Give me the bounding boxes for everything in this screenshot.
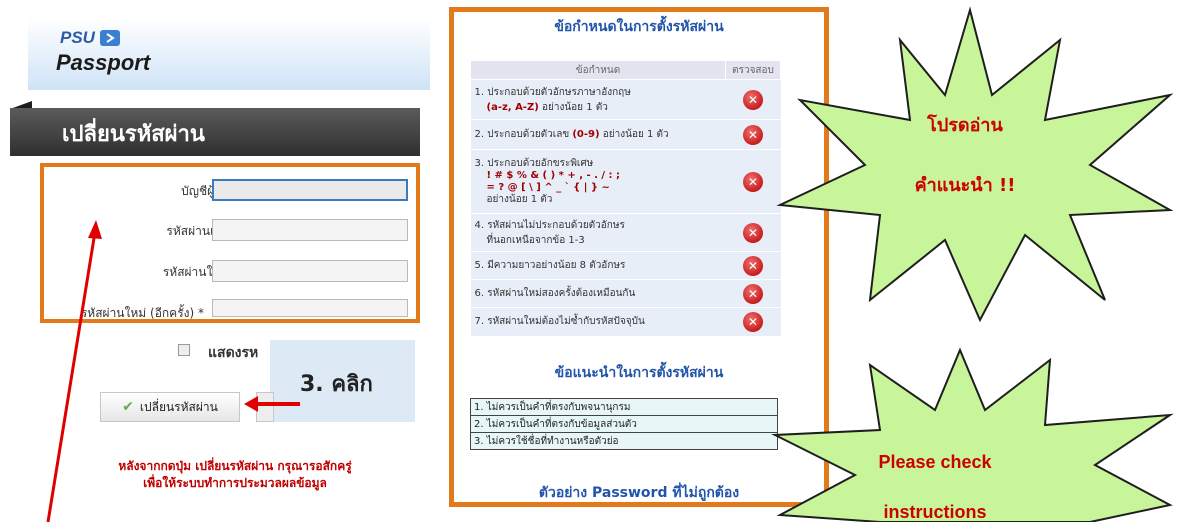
arrow-to-button-head	[244, 396, 258, 412]
advice-row: 1. ไม่ควรเป็นคำที่ตรงกับพจนานุกรม	[470, 398, 778, 416]
arrow-to-form-head	[88, 220, 102, 239]
advice-row: 3. ไม่ควรใช้ชื่อที่ทำงานหรือตัวย่อ	[470, 432, 778, 450]
rule-row: 3. ประกอบด้วยอักขระพิเศษ! # $ % & ( ) * …	[470, 149, 781, 214]
rule-row: 2. ประกอบด้วยตัวเลข (0-9) อย่างน้อย 1 ตั…	[470, 119, 781, 150]
rules-table: ข้อกำหนด ตรวจสอบ 1. ประกอบด้วยตัวอักษรภา…	[470, 60, 781, 336]
arrow-to-form	[46, 231, 97, 522]
rules-col-rule: ข้อกำหนด	[470, 60, 726, 80]
check-instructions-burst	[771, 347, 1174, 522]
burst-thai-line-2: คำแนะนำ !!	[914, 175, 1016, 196]
rule-row: 1. ประกอบด้วยตัวอักษรภาษาอังกฤษ (a-z, A-Z…	[470, 79, 781, 120]
rule-row: 6. รหัสผ่านใหม่สองครั้งต้องเหมือนกัน ✕	[470, 279, 781, 308]
rule-6-text: 6. รหัสผ่านใหม่สองครั้งต้องเหมือนกัน	[470, 279, 726, 308]
rule-1-text: 1. ประกอบด้วยตัวอักษรภาษาอังกฤษ (a-z, A-Z…	[470, 79, 726, 120]
advice-row: 2. ไม่ควรเป็นคำที่ตรงกับข้อมูลส่วนตัว	[470, 415, 778, 433]
rule-3-text: 3. ประกอบด้วยอักขระพิเศษ! # $ % & ( ) * …	[470, 149, 726, 214]
rule-5-text: 5. มีความยาวอย่างน้อย 8 ตัวอักษร	[470, 251, 726, 280]
advice-item: 1. ไม่ควรเป็นคำที่ตรงกับพจนานุกรม	[470, 398, 778, 416]
advice-table: 1. ไม่ควรเป็นคำที่ตรงกับพจนานุกรม 2. ไม่…	[470, 398, 778, 450]
burst-en-line-2: instructions	[883, 502, 987, 522]
read-instructions-burst	[776, 6, 1174, 323]
rule-7-text: 7. รหัสผ่านใหม่ต้องไม่ซ้ำกับรหัสปัจจุบัน	[470, 307, 726, 336]
rule-row: 5. มีความยาวอย่างน้อย 8 ตัวอักษร ✕	[470, 251, 781, 280]
advice-item: 3. ไม่ควรใช้ชื่อที่ทำงานหรือตัวย่อ	[470, 432, 778, 450]
advice-item: 2. ไม่ควรเป็นคำที่ตรงกับข้อมูลส่วนตัว	[470, 415, 778, 433]
rule-4-text: 4. รหัสผ่านไม่ประกอบด้วยตัวอักษร ที่นอกเห…	[470, 213, 726, 252]
rule-row: 7. รหัสผ่านใหม่ต้องไม่ซ้ำกับรหัสปัจจุบัน…	[470, 307, 781, 336]
rule-row: 4. รหัสผ่านไม่ประกอบด้วยตัวอักษร ที่นอกเห…	[470, 213, 781, 252]
rule-2-text: 2. ประกอบด้วยตัวเลข (0-9) อย่างน้อย 1 ตั…	[470, 119, 726, 150]
burst-en-line-1: Please check	[878, 452, 992, 472]
rules-header-row: ข้อกำหนด ตรวจสอบ	[470, 60, 781, 80]
burst-thai-line-1: โปรดอ่าน	[927, 115, 1003, 136]
